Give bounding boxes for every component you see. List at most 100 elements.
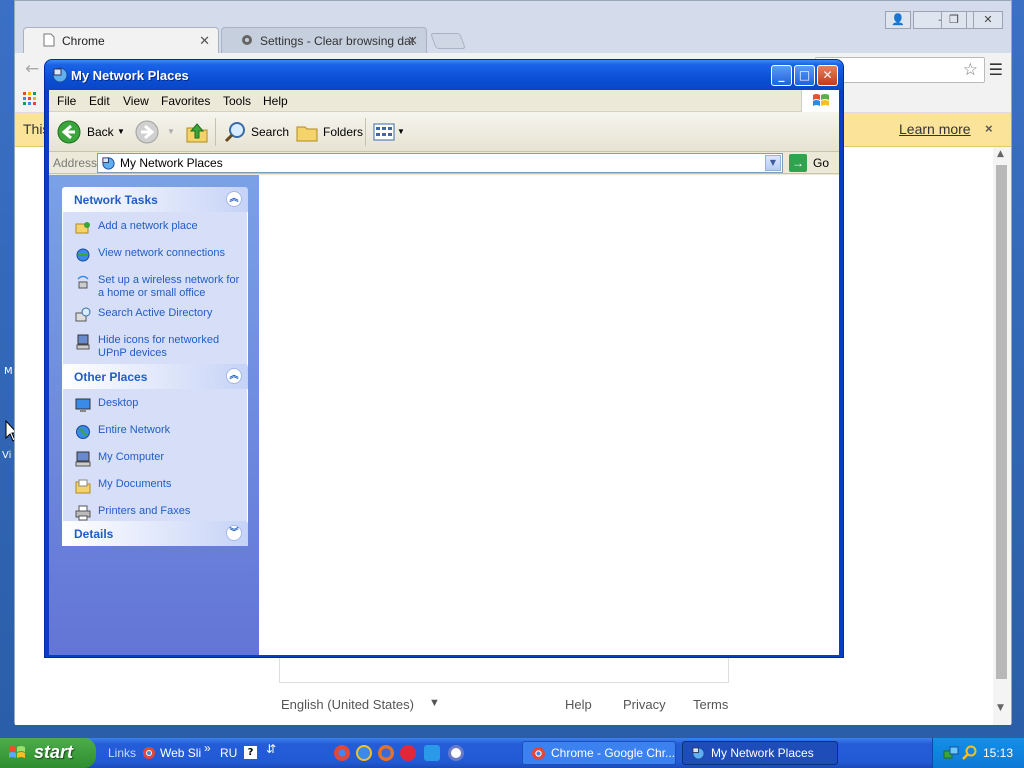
other-places-panel: Other Places ︽ Desktop Entire Network My…	[62, 364, 248, 539]
chevron-down-icon[interactable]: ▼	[765, 155, 781, 171]
opera-quicklaunch-icon[interactable]	[400, 745, 416, 761]
task-search-active-directory[interactable]: Search Active Directory	[63, 307, 247, 327]
up-folder-button[interactable]	[183, 119, 209, 145]
chevron-down-icon[interactable]: ▼	[117, 127, 125, 136]
menu-view[interactable]: View	[123, 94, 149, 108]
ie-quicklaunch-icon[interactable]	[356, 745, 372, 761]
collapse-icon[interactable]: ︽	[226, 191, 242, 207]
panel-header[interactable]: Network Tasks ︽	[62, 187, 248, 212]
learn-more-link[interactable]: Learn more	[899, 121, 971, 137]
forward-arrow-icon	[135, 120, 159, 144]
place-desktop[interactable]: Desktop	[63, 397, 247, 417]
web-slice-link[interactable]: Web Sli	[160, 746, 201, 760]
chrome-tab-settings[interactable]: Settings - Clear browsing dat ✕	[221, 27, 427, 53]
menu-file[interactable]: File	[57, 94, 76, 108]
globe-icon	[76, 425, 90, 439]
privacy-link[interactable]: Privacy	[623, 697, 666, 712]
collapse-icon[interactable]: ︽	[226, 368, 242, 384]
task-wireless-setup[interactable]: Set up a wireless network for a home or …	[63, 274, 247, 300]
links-toolbar-label[interactable]: Links	[108, 746, 136, 760]
help-link[interactable]: Help	[565, 697, 592, 712]
desktop-icon-label[interactable]: M	[4, 366, 13, 377]
standard-toolbar: Back ▼ ▼ Search Folders ▼	[49, 112, 839, 152]
desktop-icon-label[interactable]: Vi	[2, 450, 11, 461]
new-tab-button[interactable]	[430, 33, 466, 49]
chevron-down-icon: ▼	[167, 127, 175, 136]
keyboard-layout-icon[interactable]: ⇵	[266, 742, 276, 756]
close-icon[interactable]: ✕	[407, 33, 418, 49]
taskbar-button-chrome[interactable]: Chrome - Google Chr...	[522, 741, 676, 765]
chrome-icon[interactable]	[142, 746, 156, 760]
infobar-close-icon[interactable]: ×	[985, 121, 993, 136]
go-arrow-icon: →	[789, 154, 807, 172]
title-bar[interactable]: My Network Places _ □ ✕	[45, 60, 843, 90]
menu-tools[interactable]: Tools	[223, 94, 251, 108]
clock[interactable]: 15:13	[983, 746, 1013, 760]
app-quicklaunch-icon[interactable]	[424, 745, 440, 761]
language-indicator[interactable]: RU	[220, 746, 237, 760]
gear-icon	[242, 35, 252, 45]
maximize-button[interactable]: ❐	[941, 11, 967, 29]
minimize-button[interactable]: _	[771, 65, 792, 86]
menu-icon[interactable]: ☰	[989, 60, 1003, 79]
computer-icon	[75, 451, 91, 467]
help-icon[interactable]: ?	[244, 746, 257, 759]
maximize-button[interactable]: □	[794, 65, 815, 86]
search-icon[interactable]	[961, 745, 977, 761]
scroll-up-icon[interactable]: ▲	[997, 149, 1004, 159]
close-icon[interactable]: ✕	[199, 33, 210, 49]
chrome-tab-active[interactable]: Chrome ✕	[23, 27, 219, 53]
search-directory-icon	[75, 307, 91, 322]
search-button[interactable]: Search	[221, 119, 289, 145]
star-icon[interactable]: ☆	[963, 60, 978, 80]
expand-icon[interactable]: ︾	[226, 525, 242, 541]
firefox-quicklaunch-icon[interactable]	[378, 745, 394, 761]
menu-help[interactable]: Help	[263, 94, 288, 108]
taskbar-button-network-places[interactable]: My Network Places	[682, 741, 838, 765]
network-places-icon	[102, 157, 115, 170]
place-entire-network[interactable]: Entire Network	[63, 424, 247, 444]
place-my-computer[interactable]: My Computer	[63, 451, 247, 471]
task-pane: Network Tasks ︽ Add a network place View…	[49, 175, 259, 655]
chevron-icon[interactable]: »	[204, 741, 211, 755]
close-button[interactable]: ✕	[973, 11, 1003, 29]
terms-link[interactable]: Terms	[693, 697, 728, 712]
toolbar-separator	[365, 118, 366, 146]
back-button[interactable]: Back ▼	[55, 119, 125, 145]
file-view-area[interactable]	[259, 175, 839, 655]
wireless-network-icon	[77, 275, 89, 289]
start-button[interactable]: start	[0, 738, 96, 768]
chrome-quicklaunch-icon[interactable]	[334, 745, 350, 761]
forward-button[interactable]: ▼	[133, 119, 175, 145]
chevron-down-icon[interactable]: ▼	[397, 127, 405, 136]
menu-edit[interactable]: Edit	[89, 94, 110, 108]
apps-icon[interactable]	[23, 92, 37, 106]
place-my-documents[interactable]: My Documents	[63, 478, 247, 498]
task-view-network-connections[interactable]: View network connections	[63, 247, 247, 267]
network-status-icon[interactable]	[943, 745, 959, 761]
scroll-down-icon[interactable]: ▼	[997, 703, 1004, 713]
go-button[interactable]: → Go	[789, 153, 833, 173]
task-hide-upnp-icons[interactable]: Hide icons for networked UPnP devices	[63, 334, 247, 360]
address-value: My Network Places	[120, 156, 223, 170]
back-arrow-icon[interactable]: ←	[25, 59, 39, 79]
scrollbar[interactable]: ▲ ▼	[993, 147, 1011, 725]
explorer-body: File Edit View Favorites Tools Help Back…	[49, 90, 839, 655]
explorer-window[interactable]: My Network Places _ □ ✕ File Edit View F…	[44, 59, 844, 658]
windows-logo-icon	[801, 90, 839, 112]
panel-header[interactable]: Details ︾	[62, 521, 248, 546]
toolbar-separator	[215, 118, 216, 146]
scrollbar-thumb[interactable]	[996, 165, 1007, 679]
language-selector[interactable]: English (United States)	[281, 697, 414, 712]
task-add-network-place[interactable]: Add a network place	[63, 220, 247, 240]
profile-icon[interactable]: 👤	[885, 11, 911, 29]
chevron-down-icon[interactable]: ▼	[429, 697, 440, 709]
panel-header[interactable]: Other Places ︽	[62, 364, 248, 389]
menu-favorites[interactable]: Favorites	[161, 94, 210, 108]
media-quicklaunch-icon[interactable]	[448, 745, 464, 761]
views-button[interactable]: ▼	[371, 119, 407, 145]
close-button[interactable]: ✕	[817, 65, 838, 86]
panel-body: Desktop Entire Network My Computer My Do…	[62, 389, 248, 539]
address-input[interactable]: My Network Places ▼	[97, 153, 783, 173]
folders-button[interactable]: Folders	[293, 119, 363, 145]
